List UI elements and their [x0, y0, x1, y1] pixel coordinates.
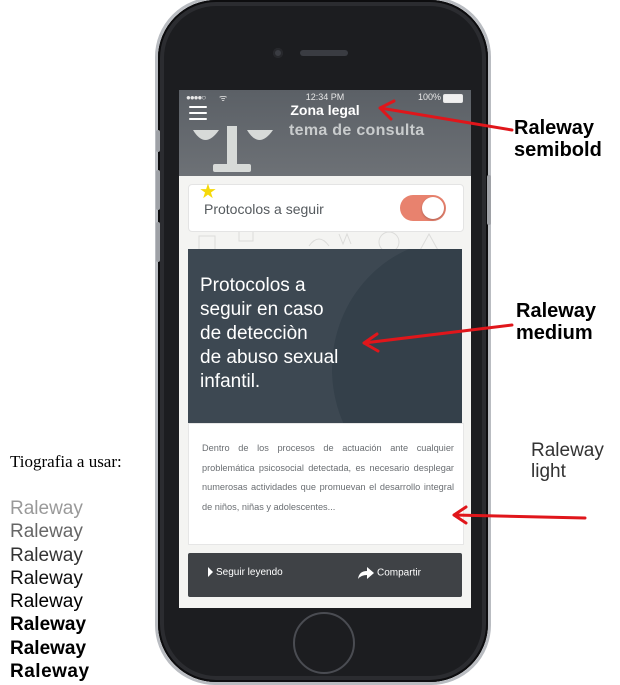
page-title: Zona legal	[290, 102, 360, 118]
weight-sample: Raleway	[10, 544, 83, 566]
typography-label: Tiografia a usar:	[10, 452, 122, 471]
weight-sample: Raleway	[10, 637, 87, 659]
annotation-font-weight: semibold	[514, 139, 602, 161]
phone-power-button	[487, 175, 491, 225]
annotation-light: Raleway light	[531, 440, 604, 482]
hero-banner: tema de consulta ●●●●○ ᯤ 12:34 PM 100% Z…	[179, 90, 471, 176]
weight-sample: Raleway	[10, 614, 87, 636]
front-camera	[273, 48, 283, 58]
annotation-font-name: Raleway	[531, 440, 604, 461]
read-more-label: Seguir leyendo	[216, 567, 283, 578]
nav-bar: Zona legal	[179, 102, 471, 128]
feature-title: Protocolos a seguir en caso de detecciòn…	[200, 274, 400, 394]
share-label: Compartir	[377, 567, 421, 579]
weight-sample: Raleway	[10, 567, 83, 589]
weight-sample: Raleway	[10, 661, 90, 683]
weight-sample: Raleway	[10, 521, 83, 543]
annotation-font-name: Raleway	[514, 117, 595, 139]
app-screen: tema de consulta ●●●●○ ᯤ 12:34 PM 100% Z…	[179, 90, 471, 608]
font-weight-samples: Raleway Raleway Raleway Raleway Raleway …	[10, 497, 90, 683]
home-button[interactable]	[293, 612, 355, 674]
feature-card: Protocolos a seguir en caso de detecciòn…	[188, 249, 462, 423]
annotation-font-weight: medium	[516, 322, 593, 344]
feature-title-line: seguir en caso	[200, 299, 324, 320]
weight-sample: Raleway	[10, 498, 83, 519]
weight-sample: Raleway	[10, 591, 83, 613]
toggle-knob	[422, 197, 444, 219]
battery-percent: 100%	[417, 92, 441, 102]
annotation-medium: Raleway medium	[516, 300, 596, 344]
phone-volume-down-button	[156, 222, 160, 262]
play-arrow-icon	[208, 567, 213, 578]
protocols-toggle-card: ★ Protocolos a seguir	[188, 181, 464, 232]
feature-title-line: infantil.	[200, 371, 261, 392]
scales-of-justice-icon	[193, 126, 273, 172]
feature-title-line: Protocolos a	[200, 275, 306, 296]
toggle-label: Protocolos a seguir	[204, 201, 324, 217]
share-arrow-icon	[358, 567, 374, 579]
annotation-font-weight: light	[531, 461, 566, 482]
feature-title-line: de detecciòn	[200, 323, 308, 344]
description-card: Dentro de los procesos de actuación ante…	[188, 423, 464, 545]
protocols-toggle-switch[interactable]	[400, 195, 446, 221]
share-button[interactable]: Compartir	[358, 567, 421, 579]
phone-volume-up-button	[156, 170, 160, 210]
read-more-button[interactable]: Seguir leyendo	[208, 567, 283, 578]
annotation-font-name: Raleway	[516, 300, 597, 322]
action-bar: Seguir leyendo Compartir	[188, 553, 462, 597]
feature-title-line: de abuso sexual	[200, 347, 339, 368]
description-text: Dentro de los procesos de actuación ante…	[202, 443, 454, 512]
annotation-semibold: Raleway semibold	[514, 117, 602, 161]
earpiece-speaker	[300, 50, 348, 56]
phone-side-button	[156, 130, 160, 152]
